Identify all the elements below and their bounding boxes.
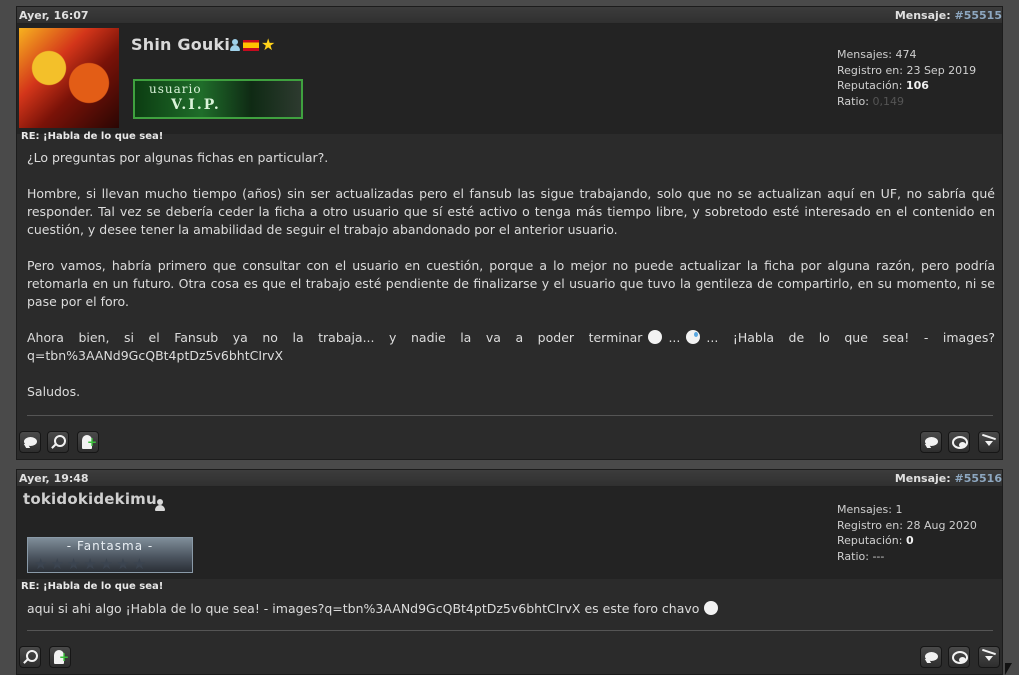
- smiley-icon: [704, 601, 719, 615]
- post-toolbar: [17, 646, 1002, 672]
- post-header: Ayer, 16:07 Mensaje: #55515: [17, 7, 1002, 24]
- user-stats: Mensajes: 474 Registro en: 23 Sep 2019 R…: [837, 48, 977, 108]
- registered-date: 28 Aug 2020: [906, 518, 977, 532]
- post-time: Ayer, 19:48: [19, 471, 89, 485]
- divider: [27, 630, 993, 631]
- username[interactable]: Shin Gouki: [131, 35, 230, 54]
- reputation-value: 0: [905, 534, 914, 547]
- search-button[interactable]: [47, 431, 69, 453]
- paragraph: aqui si ahi algo ¡Habla de lo que sea! -…: [27, 600, 995, 618]
- add-user-button[interactable]: [77, 431, 99, 453]
- divider: [27, 415, 993, 416]
- post-number[interactable]: Mensaje: #55516: [895, 472, 1002, 485]
- registered-date: 23 Sep 2019: [906, 63, 977, 77]
- post-number[interactable]: Mensaje: #55515: [895, 9, 1002, 22]
- reputation-value: 106: [905, 79, 929, 92]
- search-button[interactable]: [19, 646, 41, 668]
- reply-button[interactable]: [920, 431, 942, 453]
- reply-button[interactable]: [920, 646, 942, 668]
- closing: Saludos.: [27, 384, 81, 399]
- post-toolbar: [17, 431, 1002, 457]
- paragraph: Hombre, si llevan mucho tiempo (años) si…: [27, 186, 995, 237]
- user-panel: tokidokidekimu - Fantasma - ★★★★★★★ Mens…: [17, 487, 1002, 579]
- rank-badge-ghost: - Fantasma - ★★★★★★★: [27, 537, 193, 573]
- quote-button[interactable]: [948, 431, 970, 453]
- add-user-button[interactable]: [49, 646, 71, 668]
- user-icon: [154, 499, 166, 511]
- avatar[interactable]: [19, 28, 119, 128]
- post-body: ¿Lo preguntas por algunas fichas en part…: [27, 149, 995, 401]
- user-badges: [154, 499, 166, 511]
- smiley-icon: [648, 330, 663, 344]
- username[interactable]: tokidokidekimu: [23, 490, 157, 508]
- user-panel: Shin Gouki ★ usuario V.I.P. Mensajes: 47…: [17, 24, 1002, 134]
- paragraph: ¿Lo preguntas por algunas fichas en part…: [27, 150, 329, 165]
- messages-count: 474: [895, 48, 917, 61]
- post-55515: Ayer, 16:07 Mensaje: #55515 Shin Gouki ★…: [16, 6, 1003, 460]
- user-stats: Mensajes: 1 Registro en: 28 Aug 2020 Rep…: [837, 503, 977, 563]
- post-body: aqui si ahi algo ¡Habla de lo que sea! -…: [27, 600, 995, 618]
- post-subject: RE: ¡Habla de lo que sea!: [21, 131, 164, 142]
- paragraph: Ahora bien, si el Fansub ya no la trabaj…: [27, 330, 995, 363]
- post-55516: Ayer, 19:48 Mensaje: #55516 tokidokideki…: [16, 469, 1003, 675]
- mouse-cursor: [1005, 663, 1012, 675]
- messages-count: 1: [895, 503, 903, 516]
- star-icon: ★: [261, 35, 276, 54]
- post-subject: RE: ¡Habla de lo que sea!: [21, 581, 164, 592]
- post-time: Ayer, 16:07: [19, 8, 89, 22]
- flag-es-icon: [243, 39, 259, 51]
- rank-badge-vip: usuario V.I.P.: [133, 79, 303, 119]
- paragraph: Pero vamos, habría primero que consultar…: [27, 258, 995, 309]
- smiley-sweat-icon: [686, 330, 701, 344]
- report-button[interactable]: [978, 646, 1000, 668]
- quote-button[interactable]: [948, 646, 970, 668]
- user-icon: [229, 39, 241, 51]
- report-button[interactable]: [978, 431, 1000, 453]
- quote-bubble-button[interactable]: [19, 431, 41, 453]
- ratio-value: ---: [872, 549, 885, 563]
- ratio-value: 0,149: [872, 94, 904, 108]
- post-header: Ayer, 19:48 Mensaje: #55516: [17, 470, 1002, 487]
- user-badges: ★: [229, 35, 276, 54]
